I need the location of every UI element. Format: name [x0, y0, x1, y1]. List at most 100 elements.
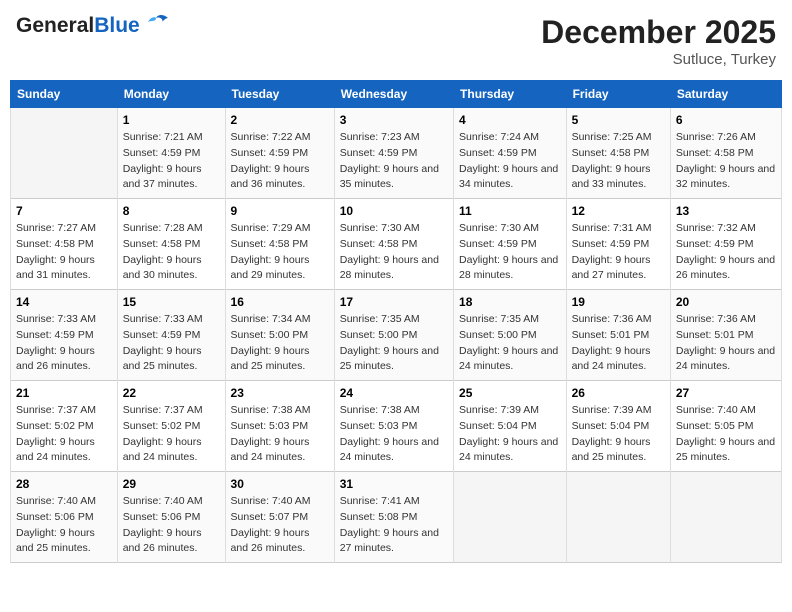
day-info: Sunrise: 7:40 AMSunset: 5:05 PMDaylight:…	[676, 403, 776, 466]
day-cell: 23 Sunrise: 7:38 AMSunset: 5:03 PMDayligh…	[225, 381, 334, 472]
day-cell: 25 Sunrise: 7:39 AMSunset: 5:04 PMDayligh…	[454, 381, 567, 472]
week-row-2: 7 Sunrise: 7:27 AMSunset: 4:58 PMDaylight…	[11, 199, 782, 290]
day-number: 30	[231, 477, 329, 491]
day-cell	[566, 472, 670, 563]
day-info: Sunrise: 7:34 AMSunset: 5:00 PMDaylight:…	[231, 312, 329, 375]
week-row-3: 14 Sunrise: 7:33 AMSunset: 4:59 PMDayligh…	[11, 290, 782, 381]
day-number: 3	[340, 113, 448, 127]
page-header: GeneralBlue December 2025 Sutluce, Turke…	[10, 10, 782, 72]
day-info: Sunrise: 7:33 AMSunset: 4:59 PMDaylight:…	[16, 312, 112, 375]
day-cell: 30 Sunrise: 7:40 AMSunset: 5:07 PMDayligh…	[225, 472, 334, 563]
day-number: 15	[123, 295, 220, 309]
day-cell: 3 Sunrise: 7:23 AMSunset: 4:59 PMDaylight…	[334, 108, 453, 199]
day-number: 22	[123, 386, 220, 400]
day-cell: 8 Sunrise: 7:28 AMSunset: 4:58 PMDaylight…	[117, 199, 225, 290]
day-number: 25	[459, 386, 561, 400]
day-info: Sunrise: 7:28 AMSunset: 4:58 PMDaylight:…	[123, 221, 220, 284]
day-header-tuesday: Tuesday	[225, 81, 334, 108]
day-cell: 20Sunrise: 7:36 AMSunset: 5:01 PMDayligh…	[670, 290, 781, 381]
week-row-5: 28 Sunrise: 7:40 AMSunset: 5:06 PMDayligh…	[11, 472, 782, 563]
logo: GeneralBlue	[16, 14, 170, 36]
day-cell: 7 Sunrise: 7:27 AMSunset: 4:58 PMDaylight…	[11, 199, 118, 290]
day-info: Sunrise: 7:25 AMSunset: 4:58 PMDaylight:…	[572, 130, 665, 193]
month-title: December 2025	[541, 14, 776, 51]
day-info: Sunrise: 7:36 AMSunset: 5:01 PMDaylight:…	[676, 312, 776, 375]
day-info: Sunrise: 7:23 AMSunset: 4:59 PMDaylight:…	[340, 130, 448, 193]
day-cell: 22 Sunrise: 7:37 AMSunset: 5:02 PMDayligh…	[117, 381, 225, 472]
day-cell: 28Sunrise: 7:40 AMSunset: 5:06 PMDayligh…	[11, 472, 118, 563]
day-info: Sunrise: 7:38 AMSunset: 5:03 PMDaylight:…	[231, 403, 329, 466]
day-info: Sunrise: 7:36 AMSunset: 5:01 PMDaylight:…	[572, 312, 665, 375]
calendar-table: SundayMondayTuesdayWednesdayThursdayFrid…	[10, 80, 782, 563]
day-number: 18	[459, 295, 561, 309]
day-cell: 14 Sunrise: 7:33 AMSunset: 4:59 PMDayligh…	[11, 290, 118, 381]
day-cell: 15 Sunrise: 7:33 AMSunset: 4:59 PMDayligh…	[117, 290, 225, 381]
day-number: 6	[676, 113, 776, 127]
day-number: 7	[16, 204, 112, 218]
day-cell: 24 Sunrise: 7:38 AMSunset: 5:03 PMDayligh…	[334, 381, 453, 472]
day-number: 8	[123, 204, 220, 218]
day-info: Sunrise: 7:32 AMSunset: 4:59 PMDaylight:…	[676, 221, 776, 284]
day-number: 12	[572, 204, 665, 218]
day-number: 11	[459, 204, 561, 218]
day-cell: 19 Sunrise: 7:36 AMSunset: 5:01 PMDayligh…	[566, 290, 670, 381]
day-cell: 4 Sunrise: 7:24 AMSunset: 4:59 PMDaylight…	[454, 108, 567, 199]
day-info: Sunrise: 7:37 AMSunset: 5:02 PMDaylight:…	[16, 403, 112, 466]
day-info: Sunrise: 7:40 AMSunset: 5:07 PMDaylight:…	[231, 494, 329, 557]
day-cell: 29 Sunrise: 7:40 AMSunset: 5:06 PMDayligh…	[117, 472, 225, 563]
day-cell: 5Sunrise: 7:25 AMSunset: 4:58 PMDaylight…	[566, 108, 670, 199]
day-header-wednesday: Wednesday	[334, 81, 453, 108]
day-number: 13	[676, 204, 776, 218]
day-cell: 2 Sunrise: 7:22 AMSunset: 4:59 PMDaylight…	[225, 108, 334, 199]
day-header-sunday: Sunday	[11, 81, 118, 108]
day-cell: 31Sunrise: 7:41 AMSunset: 5:08 PMDayligh…	[334, 472, 453, 563]
day-number: 17	[340, 295, 448, 309]
title-block: December 2025 Sutluce, Turkey	[541, 14, 776, 68]
day-info: Sunrise: 7:35 AMSunset: 5:00 PMDaylight:…	[340, 312, 448, 375]
day-number: 23	[231, 386, 329, 400]
day-info: Sunrise: 7:30 AMSunset: 4:58 PMDaylight:…	[340, 221, 448, 284]
day-cell: 6Sunrise: 7:26 AMSunset: 4:58 PMDaylight…	[670, 108, 781, 199]
day-number: 26	[572, 386, 665, 400]
day-number: 2	[231, 113, 329, 127]
week-row-4: 21Sunrise: 7:37 AMSunset: 5:02 PMDayligh…	[11, 381, 782, 472]
day-number: 31	[340, 477, 448, 491]
day-number: 27	[676, 386, 776, 400]
week-row-1: 1 Sunrise: 7:21 AMSunset: 4:59 PMDaylight…	[11, 108, 782, 199]
day-cell: 17 Sunrise: 7:35 AMSunset: 5:00 PMDayligh…	[334, 290, 453, 381]
day-cell: 12 Sunrise: 7:31 AMSunset: 4:59 PMDayligh…	[566, 199, 670, 290]
day-info: Sunrise: 7:35 AMSunset: 5:00 PMDaylight:…	[459, 312, 561, 375]
day-number: 16	[231, 295, 329, 309]
days-header-row: SundayMondayTuesdayWednesdayThursdayFrid…	[11, 81, 782, 108]
day-cell: 13 Sunrise: 7:32 AMSunset: 4:59 PMDayligh…	[670, 199, 781, 290]
day-cell	[11, 108, 118, 199]
day-info: Sunrise: 7:21 AMSunset: 4:59 PMDaylight:…	[123, 130, 220, 193]
logo-general: General	[16, 14, 94, 37]
logo-blue: Blue	[94, 14, 140, 37]
day-cell	[670, 472, 781, 563]
day-info: Sunrise: 7:27 AMSunset: 4:58 PMDaylight:…	[16, 221, 112, 284]
day-number: 4	[459, 113, 561, 127]
day-number: 1	[123, 113, 220, 127]
day-number: 19	[572, 295, 665, 309]
day-info: Sunrise: 7:33 AMSunset: 4:59 PMDaylight:…	[123, 312, 220, 375]
day-info: Sunrise: 7:38 AMSunset: 5:03 PMDaylight:…	[340, 403, 448, 466]
day-number: 28	[16, 477, 112, 491]
logo-text: GeneralBlue	[16, 15, 140, 36]
day-number: 29	[123, 477, 220, 491]
day-info: Sunrise: 7:40 AMSunset: 5:06 PMDaylight:…	[123, 494, 220, 557]
day-cell: 27 Sunrise: 7:40 AMSunset: 5:05 PMDayligh…	[670, 381, 781, 472]
day-info: Sunrise: 7:31 AMSunset: 4:59 PMDaylight:…	[572, 221, 665, 284]
location-subtitle: Sutluce, Turkey	[541, 51, 776, 68]
day-number: 14	[16, 295, 112, 309]
day-info: Sunrise: 7:24 AMSunset: 4:59 PMDaylight:…	[459, 130, 561, 193]
day-info: Sunrise: 7:39 AMSunset: 5:04 PMDaylight:…	[459, 403, 561, 466]
day-number: 10	[340, 204, 448, 218]
day-cell: 16 Sunrise: 7:34 AMSunset: 5:00 PMDayligh…	[225, 290, 334, 381]
day-cell: 18 Sunrise: 7:35 AMSunset: 5:00 PMDayligh…	[454, 290, 567, 381]
day-info: Sunrise: 7:37 AMSunset: 5:02 PMDaylight:…	[123, 403, 220, 466]
day-cell: 21Sunrise: 7:37 AMSunset: 5:02 PMDayligh…	[11, 381, 118, 472]
logo-bird-icon	[142, 14, 170, 36]
day-number: 24	[340, 386, 448, 400]
day-info: Sunrise: 7:22 AMSunset: 4:59 PMDaylight:…	[231, 130, 329, 193]
